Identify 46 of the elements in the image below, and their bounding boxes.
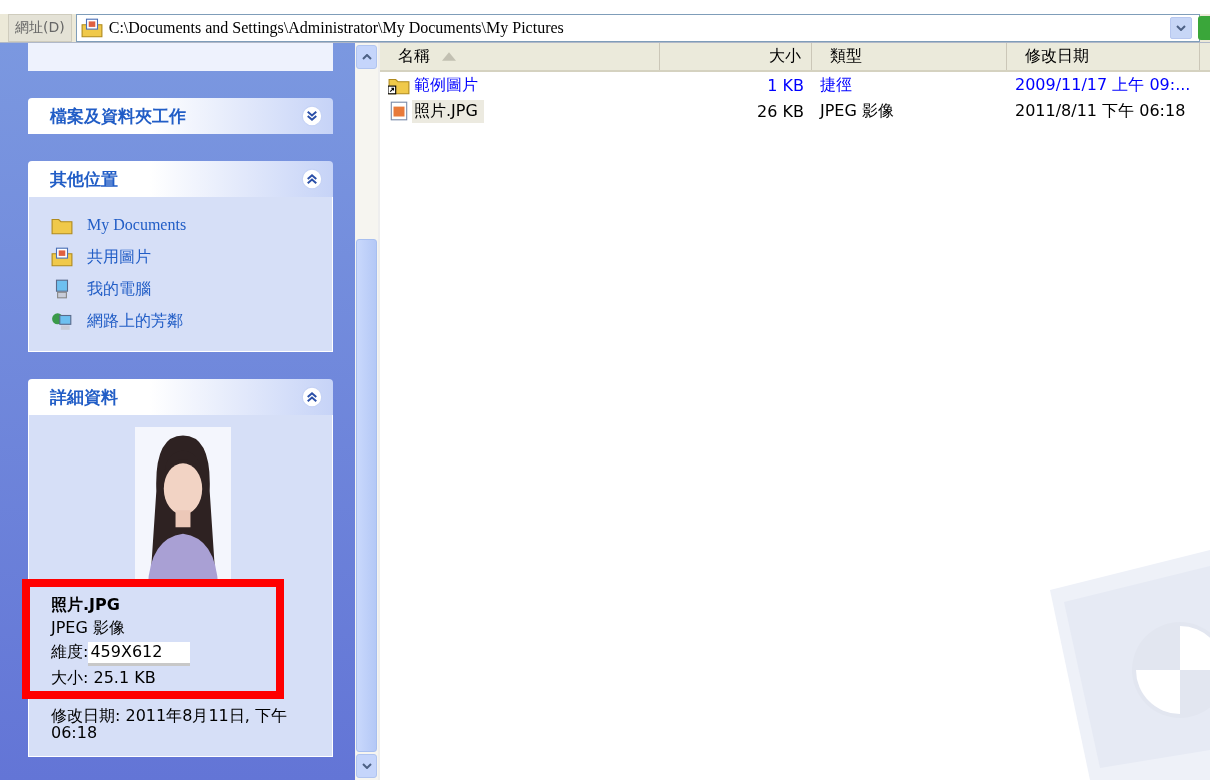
collapse-icon[interactable]: [301, 168, 323, 190]
scrollbar[interactable]: [355, 43, 380, 780]
file-name[interactable]: 範例圖片: [412, 73, 484, 97]
table-cell: 捷徑: [820, 74, 852, 96]
panel-header[interactable]: 詳細資料: [28, 379, 333, 415]
table-cell: 1 KB: [767, 75, 804, 95]
caret-down-icon: [361, 763, 372, 769]
scroll-thumb[interactable]: [356, 239, 377, 752]
file-type: JPEG 影像: [51, 618, 126, 639]
address-field[interactable]: C:\Documents and Settings\Administrator\My Documents\My Pictures: [75, 14, 1200, 42]
place-link[interactable]: My Documents: [87, 216, 187, 234]
panel-header[interactable]: 其他位置: [28, 161, 333, 197]
scroll-up-button[interactable]: [356, 45, 377, 69]
column-header[interactable]: 修改日期: [1007, 43, 1200, 70]
place-link[interactable]: 共用圖片: [87, 246, 151, 268]
dimensions-label: 維度:: [51, 641, 89, 663]
caret-down-icon: [1176, 25, 1186, 31]
address-path: C:\Documents and Settings\Administrator\My Documents\My Pictures: [108, 19, 564, 37]
modified-date: 修改日期: 2011年8月11日, 下午 06:18: [51, 708, 288, 742]
file-name[interactable]: 照片.JPG: [412, 99, 484, 123]
dropdown-button[interactable]: [1170, 17, 1192, 39]
expand-icon[interactable]: [301, 105, 323, 127]
table-cell: JPEG 影像: [820, 100, 894, 122]
picture-folder-icon: [51, 247, 73, 267]
panel-title: 檔案及資料夾工作: [50, 104, 186, 128]
network-computer-icon: [51, 311, 73, 331]
picture-folder-icon: [80, 18, 103, 38]
column-header[interactable]: 名稱: [380, 43, 660, 70]
collapse-icon[interactable]: [301, 386, 323, 408]
place-link[interactable]: 網路上的芳鄰: [87, 310, 183, 332]
table-cell: 26 KB: [757, 101, 804, 121]
column-header[interactable]: 大小: [660, 43, 812, 70]
file-name: 照片.JPG: [51, 595, 121, 616]
panel-title: 其他位置: [50, 167, 118, 191]
address-label: 網址(D): [8, 14, 72, 42]
file-size: 大小: 25.1 KB: [51, 667, 157, 689]
table-cell: 2011/8/11 下午 06:18: [1015, 100, 1186, 122]
caret-up-icon: [361, 54, 372, 60]
column-header[interactable]: 類型: [812, 43, 1007, 70]
dimensions-value: 459X612: [88, 641, 191, 666]
place-link[interactable]: 我的電腦: [87, 278, 151, 300]
image-file-icon: [388, 101, 410, 121]
panel-title: 詳細資料: [50, 385, 118, 409]
scroll-down-button[interactable]: [356, 754, 377, 778]
panel-header[interactable]: 檔案及資料夾工作: [28, 98, 333, 134]
table-cell: 2009/11/17 上午 09:...: [1015, 74, 1191, 96]
